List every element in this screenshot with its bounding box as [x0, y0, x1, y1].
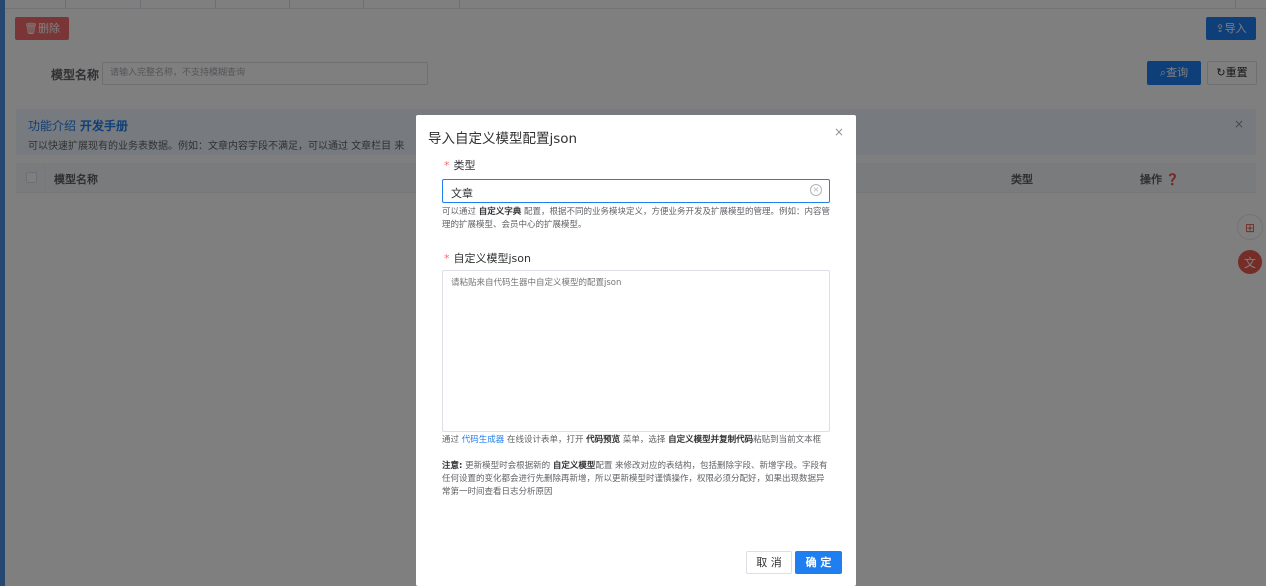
required-mark: * — [444, 252, 450, 265]
required-mark: * — [444, 159, 450, 172]
clear-icon[interactable]: × — [810, 184, 822, 196]
close-icon[interactable]: × — [834, 125, 844, 139]
code-generator-link[interactable]: 代码生成器 — [462, 435, 505, 445]
json-help-text: 通过 代码生成器 在线设计表单，打开 代码预览 菜单，选择 自定义模型并复制代码… — [442, 435, 822, 445]
type-field-label: * 类型 — [444, 159, 476, 172]
type-select-value: 文章 — [451, 187, 473, 200]
import-model-dialog: 导入自定义模型配置json × * 类型 文章 × 可以通过 自定义字典 配置，根… — [416, 115, 856, 586]
json-field-label: * 自定义模型json — [444, 252, 531, 265]
json-textarea[interactable] — [442, 270, 830, 432]
dialog-title: 导入自定义模型配置json — [428, 131, 578, 147]
type-help-text: 可以通过 自定义字典 配置，根据不同的业务模块定义，方便业务开发及扩展模型的管理… — [442, 207, 830, 230]
json-warning-text: 注意: 更新模型时会根据新的 自定义模型配置 来修改对应的表结构，包括删除字段、… — [442, 461, 828, 497]
confirm-button[interactable]: 确 定 — [795, 551, 842, 574]
type-select[interactable]: 文章 × — [442, 179, 830, 203]
cancel-button[interactable]: 取 消 — [746, 551, 792, 574]
